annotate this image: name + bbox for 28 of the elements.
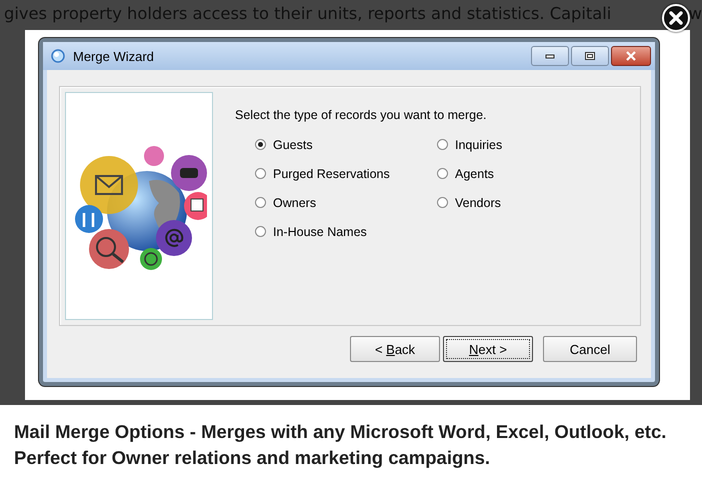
radio-option[interactable]: Owners — [255, 194, 437, 211]
caption-text: Mail Merge Options - Merges with any Microsoft Word, Excel, Outlook, etc. Perfect for Owner relations and marketing campaigns. — [0, 405, 702, 487]
radio-button[interactable] — [437, 168, 448, 179]
close-icon — [667, 9, 685, 27]
close-button[interactable] — [611, 46, 651, 66]
dialog-button[interactable]: < Back — [350, 336, 440, 362]
radio-button[interactable] — [255, 168, 266, 179]
instruction-text: Select the type of records you want to merge. — [235, 108, 488, 122]
app-icon — [51, 49, 65, 63]
radio-option[interactable]: Purged Reservations — [255, 165, 437, 182]
radio-button[interactable] — [255, 197, 266, 208]
window-title: Merge Wizard — [73, 48, 155, 64]
radio-option[interactable]: Vendors — [437, 194, 619, 211]
radio-button[interactable] — [437, 197, 448, 208]
radio-button[interactable] — [437, 139, 448, 150]
radio-option[interactable]: In-House Names — [255, 223, 437, 240]
maximize-icon — [584, 51, 596, 61]
maximize-button[interactable] — [571, 46, 609, 66]
dialog-button[interactable]: Cancel — [543, 336, 637, 362]
radio-option[interactable]: Inquiries — [437, 136, 619, 153]
radio-button[interactable] — [255, 226, 266, 237]
dialog-button[interactable]: Next > — [443, 336, 533, 362]
radio-option[interactable]: Agents — [437, 165, 619, 182]
radio-option[interactable]: Guests — [255, 136, 437, 153]
minimize-button[interactable] — [531, 46, 569, 66]
radio-button[interactable] — [255, 139, 266, 150]
minimize-icon — [545, 53, 555, 59]
close-icon — [625, 51, 637, 61]
